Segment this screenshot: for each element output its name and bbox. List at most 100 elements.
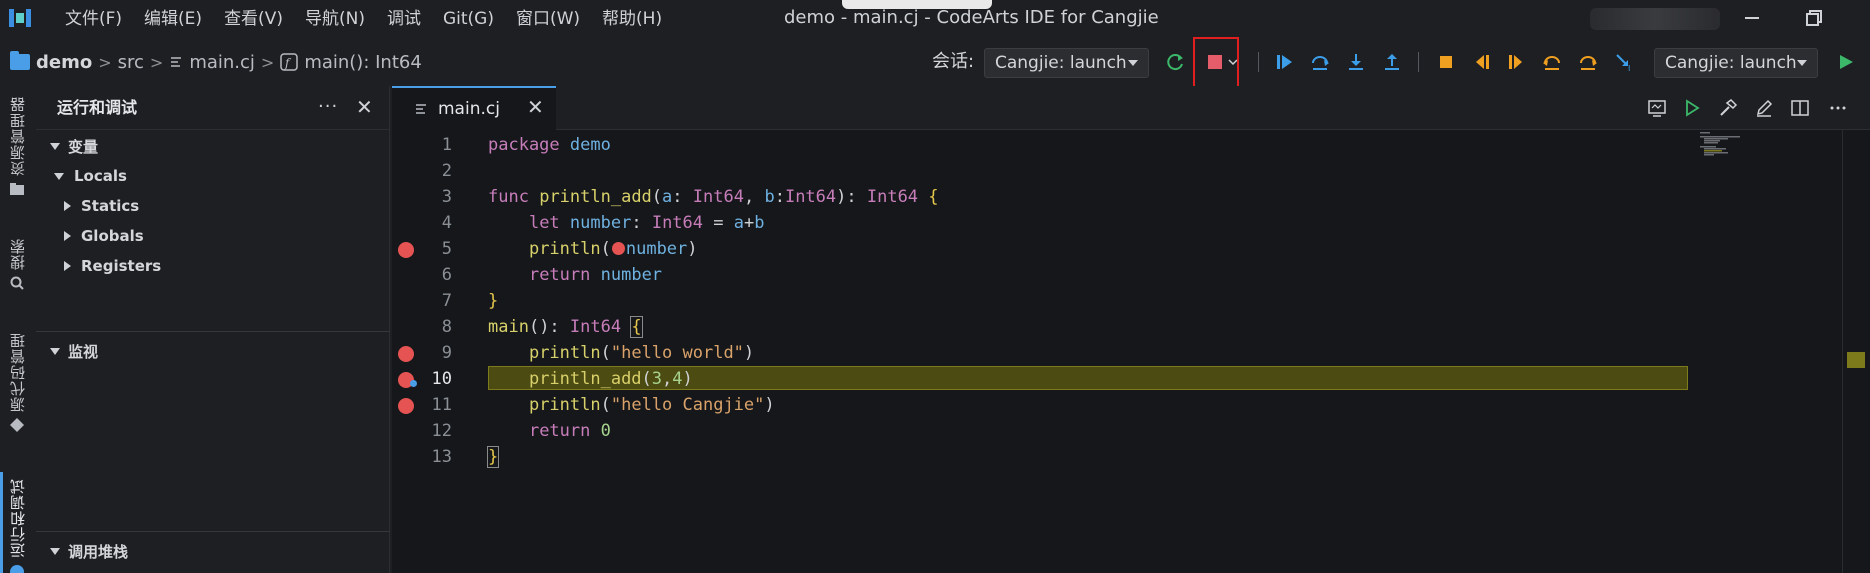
activity-explorer[interactable]: 资源管理器 (0, 96, 34, 196)
code-line: 9 println("hello world") (392, 340, 1870, 366)
split-editor-icon[interactable] (1790, 98, 1810, 118)
activity-scm-label: 源代码管理 (8, 332, 27, 412)
menu-file[interactable]: 文件(F) (54, 0, 133, 38)
screen-icon[interactable] (1647, 98, 1667, 118)
tree-item-label: Registers (81, 257, 162, 275)
variables-header-label: 变量 (68, 137, 99, 156)
pause-icon[interactable] (1436, 52, 1456, 72)
disconnect-icon[interactable]: I (1614, 52, 1636, 72)
title-bar: 文件(F) 编辑(E) 查看(V) 导航(N) 调试 Git(G) 窗口(W) … (0, 0, 1870, 38)
tab-main-cj[interactable]: main.cj ✕ (392, 86, 556, 130)
reverse-step-over-icon[interactable] (1542, 52, 1562, 72)
tree-item-registers[interactable]: Registers (64, 252, 161, 280)
breadcrumb-project[interactable]: demo (36, 52, 92, 73)
step-forward-icon[interactable] (1506, 52, 1526, 72)
tree-item-globals[interactable]: Globals (64, 222, 144, 250)
chevron-right-icon (64, 201, 71, 211)
code-line: 8 main(): Int64 { (392, 314, 1870, 340)
code-text: println("hello Cangjie") (528, 395, 775, 415)
close-icon[interactable]: ✕ (527, 95, 544, 119)
code-line: 12 return 0 (392, 418, 1870, 444)
breadcrumb-src[interactable]: src (118, 52, 144, 73)
app-logo-icon (9, 9, 31, 27)
breadcrumb-symbol[interactable]: main(): Int64 (304, 52, 421, 73)
watch-section-header[interactable]: 监视 (36, 337, 390, 365)
chevron-right-icon (64, 231, 71, 241)
tree-item-label: Statics (81, 197, 140, 215)
continue-icon[interactable] (1274, 52, 1294, 72)
more-actions-icon[interactable]: ··· (318, 96, 338, 117)
line-number: 10 (431, 369, 452, 389)
step-into-icon[interactable] (1346, 52, 1366, 72)
run-config-select-value: Cangjie: launch (1665, 53, 1797, 73)
run-config-select[interactable]: Cangjie: launch (1654, 48, 1818, 78)
code-line: 13 } (392, 444, 1870, 470)
callstack-header-label: 调用堆栈 (68, 542, 129, 561)
callstack-section-header[interactable]: 调用堆栈 (36, 537, 390, 565)
user-account-area[interactable] (1590, 8, 1720, 30)
activity-source-control[interactable]: 源代码管理 (0, 332, 34, 432)
more-actions-icon[interactable] (1828, 98, 1848, 118)
breadcrumb-separator: > (260, 52, 275, 72)
minimap[interactable] (1700, 130, 1760, 170)
menu-view[interactable]: 查看(V) (213, 0, 294, 38)
menu-window[interactable]: 窗口(W) (505, 0, 591, 38)
sidebar-title: 运行和调试 (57, 98, 138, 117)
line-number: 3 (441, 187, 452, 207)
menu-help[interactable]: 帮助(H) (591, 0, 673, 38)
code-line: 3 func println_add(a: Int64, b:Int64): I… (392, 184, 1870, 210)
source-control-icon (10, 418, 24, 432)
folder-icon (10, 183, 24, 195)
line-number: 4 (441, 213, 452, 233)
folder-icon (10, 51, 30, 70)
step-back-icon[interactable] (1472, 52, 1492, 72)
section-divider (36, 531, 390, 532)
line-number: 12 (431, 421, 452, 441)
chevron-down-icon (50, 547, 60, 555)
menu-bar: 文件(F) 编辑(E) 查看(V) 导航(N) 调试 Git(G) 窗口(W) … (54, 0, 673, 38)
session-select[interactable]: Cangjie: launch (984, 48, 1149, 78)
menu-edit[interactable]: 编辑(E) (133, 0, 213, 38)
menu-navigate[interactable]: 导航(N) (294, 0, 376, 38)
activity-search[interactable]: 搜索 (0, 238, 34, 290)
svg-text:I: I (1628, 64, 1630, 72)
run-icon[interactable] (1836, 52, 1856, 72)
step-over-icon[interactable] (1310, 52, 1330, 72)
code-text: let number: Int64 = a+b (528, 213, 765, 233)
activity-run-debug[interactable]: 运行和调试 (0, 478, 34, 573)
menu-debug[interactable]: 调试 (376, 0, 432, 38)
tree-item-statics[interactable]: Statics (64, 192, 139, 220)
code-text: return 0 (528, 421, 611, 441)
line-number: 13 (431, 447, 452, 467)
editor-area: main.cj ✕ 1 package demo 2 3 func printl… (392, 86, 1870, 573)
restart-icon[interactable] (1166, 52, 1186, 72)
code-text: func println_add(a: Int64, b:Int64): Int… (488, 187, 939, 207)
file-lines-icon (416, 104, 426, 114)
vertical-scrollbar[interactable] (1842, 130, 1843, 573)
code-line: 5 println(number) (392, 236, 1870, 262)
sidebar-header: 运行和调试 ··· ✕ (36, 86, 390, 130)
breadcrumb-file[interactable]: main.cj (189, 52, 255, 73)
svg-text:f: f (284, 56, 292, 70)
close-icon[interactable]: ✕ (356, 95, 373, 119)
restore-icon[interactable] (1802, 6, 1826, 30)
minimize-icon[interactable] (1740, 6, 1764, 30)
code-text: package demo (488, 135, 611, 155)
tab-label: main.cj (438, 99, 500, 119)
chevron-right-icon (64, 261, 71, 271)
edit-pencil-icon[interactable] (1754, 98, 1774, 118)
tree-item-locals[interactable]: Locals (54, 162, 127, 190)
code-editor[interactable]: 1 package demo 2 3 func println_add(a: I… (392, 130, 1870, 573)
toolbar-divider (1258, 52, 1259, 72)
screen-notch (842, 0, 992, 9)
menu-git[interactable]: Git(G) (432, 0, 505, 38)
activity-bar: 资源管理器 搜索 源代码管理 运行和调试 (0, 86, 34, 573)
function-icon: f (280, 53, 299, 71)
run-file-icon[interactable] (1682, 98, 1702, 118)
build-hammer-icon[interactable] (1718, 98, 1738, 118)
code-line: 2 (392, 158, 1870, 184)
section-divider (36, 331, 390, 332)
step-over-orange-icon[interactable] (1578, 52, 1598, 72)
variables-section-header[interactable]: 变量 (36, 132, 390, 160)
step-out-icon[interactable] (1382, 52, 1402, 72)
